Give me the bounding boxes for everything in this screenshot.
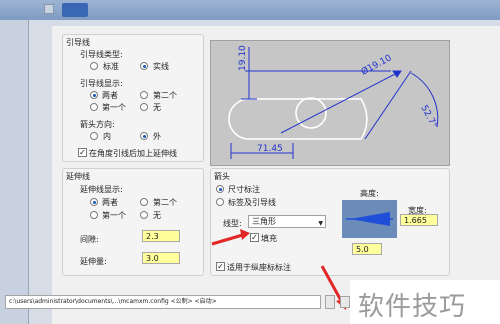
preview-diameter-leader: [280, 70, 402, 134]
fill-label: 填充: [261, 234, 277, 243]
leader-display-second-label: 第二个: [153, 91, 177, 100]
arrow-direction-in-label: 内: [103, 132, 111, 141]
leader-display-first-radio[interactable]: [90, 103, 98, 111]
ok-button[interactable]: [340, 296, 350, 308]
dimension-preview: 19.10 Ø19.10 52.7° 71.45: [210, 40, 450, 166]
ordinate-checkbox[interactable]: ✓: [216, 262, 225, 271]
extension-display-first-radio[interactable]: [90, 211, 98, 219]
watermark-text: 软件技巧: [358, 292, 467, 322]
quick-access-icon[interactable]: [44, 4, 54, 14]
extension-line-label: 在角度引线后加上延伸线: [89, 149, 177, 158]
leader-type-standard-label: 标准: [103, 62, 119, 71]
leader-type-solid-radio[interactable]: [140, 62, 148, 70]
linetype-label: 线型:: [223, 219, 242, 228]
tab-active[interactable]: [62, 3, 88, 17]
gap-label: 间隙:: [80, 235, 99, 244]
arrow-direction-out-radio[interactable]: [140, 132, 148, 140]
tab-3[interactable]: [128, 3, 146, 17]
gap-input[interactable]: 2.3: [142, 230, 180, 242]
preview-circle: [295, 97, 327, 129]
extension-display-both-radio[interactable]: [90, 198, 98, 206]
tab-4[interactable]: [158, 3, 176, 17]
chevron-down-icon: ▼: [318, 220, 323, 227]
arrow-for-label-radio[interactable]: [216, 198, 224, 206]
leader-display-first-label: 第一个: [102, 103, 126, 112]
tab-file[interactable]: [26, 3, 38, 17]
extension-display-both-label: 两者: [102, 198, 118, 207]
arrow-for-dimension-radio[interactable]: [216, 185, 224, 193]
tab-6[interactable]: [220, 3, 238, 17]
arrow-width-input[interactable]: 1.665: [400, 214, 438, 226]
preview-vertical-dim-text: 19.10: [238, 45, 248, 71]
tab-7[interactable]: [252, 3, 270, 17]
extension-group-title: 延伸线: [66, 172, 90, 181]
arrow-direction-out-label: 外: [153, 132, 161, 141]
extend-input[interactable]: 3.0: [142, 252, 180, 264]
preview-angle-text: 52.7°: [418, 104, 438, 130]
arrow-preview: [342, 200, 397, 238]
extension-display-second-radio[interactable]: [140, 198, 148, 206]
tab-2[interactable]: [98, 3, 116, 17]
leader-display-both-radio[interactable]: [90, 91, 98, 99]
extension-display-none-radio[interactable]: [140, 211, 148, 219]
leader-group-title: 引导线: [66, 38, 90, 47]
config-path-field[interactable]: c:\users\administrator\documents\...\mca…: [5, 295, 321, 309]
fill-checkbox[interactable]: ✓: [250, 233, 259, 242]
extension-display-label: 延伸线显示:: [80, 185, 123, 194]
path-dropdown-button[interactable]: [325, 295, 335, 309]
leader-display-none-label: 无: [153, 103, 161, 112]
arrow-height-label: 高度:: [360, 189, 379, 198]
leader-display-both-label: 两者: [102, 91, 118, 100]
leader-display-none-radio[interactable]: [140, 103, 148, 111]
left-pane: [0, 20, 29, 324]
extension-line-checkbox[interactable]: ✓: [78, 148, 87, 157]
arrow-for-label-label: 标签及引导线: [228, 198, 276, 207]
extension-display-none-label: 无: [153, 211, 161, 220]
leader-display-second-radio[interactable]: [140, 91, 148, 99]
leader-display-label: 引导线显示:: [80, 79, 123, 88]
extend-label: 延伸量:: [80, 257, 107, 266]
arrow-preview-shape: [346, 212, 393, 226]
arrow-direction-in-radio[interactable]: [90, 132, 98, 140]
linetype-select[interactable]: 三角形 ▼: [248, 215, 326, 228]
tab-5[interactable]: [190, 3, 208, 17]
leader-type-solid-label: 实线: [153, 62, 169, 71]
arrow-group-title: 箭头: [214, 172, 230, 181]
tab-8[interactable]: [284, 3, 302, 17]
preview-horizontal-dim-text: 71.45: [257, 144, 283, 154]
arrow-for-dimension-label: 尺寸标注: [228, 185, 260, 194]
extension-display-first-label: 第一个: [102, 211, 126, 220]
extension-display-second-label: 第二个: [153, 198, 177, 207]
preview-drawing: 19.10 Ø19.10 52.7° 71.45: [228, 45, 439, 159]
tab-9[interactable]: [316, 3, 334, 17]
arrow-height-input[interactable]: 5.0: [352, 243, 382, 255]
leader-type-standard-radio[interactable]: [90, 62, 98, 70]
linetype-value: 三角形: [252, 217, 276, 226]
preview-angle-leg: [364, 70, 412, 140]
preview-diameter-text: Ø19.10: [359, 52, 393, 77]
arrow-direction-label: 箭头方向:: [80, 120, 115, 129]
leader-type-label: 引导线类型:: [80, 50, 123, 59]
ordinate-label: 适用于纵座标标注: [227, 263, 291, 272]
tab-home[interactable]: [8, 3, 20, 17]
